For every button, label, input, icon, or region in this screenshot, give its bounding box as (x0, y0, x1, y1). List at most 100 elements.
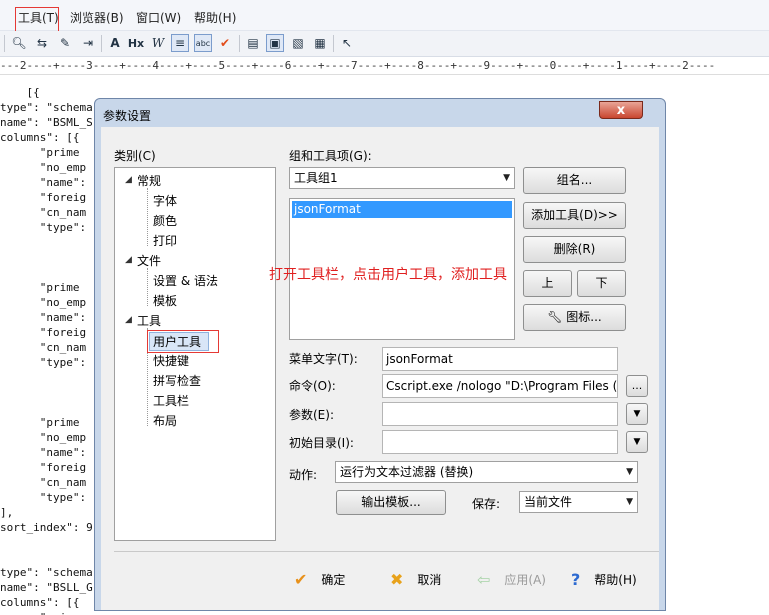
category-label: 类别(C) (114, 149, 156, 163)
collapse-arrow-icon[interactable]: ◢ (125, 255, 132, 265)
word-wrap-icon[interactable]: W (149, 34, 167, 52)
move-down-button[interactable]: 下 (577, 270, 626, 297)
command-field[interactable]: Cscript.exe /nologo "D:\Program Files ( (382, 374, 618, 398)
group-select[interactable]: 工具组1 ▼ (289, 167, 515, 189)
font-icon[interactable]: A (106, 34, 124, 52)
toolbar-separator (239, 35, 240, 52)
question-icon: ? (571, 570, 581, 589)
action-label: 动作: (289, 468, 318, 482)
toolbar-separator (333, 35, 334, 52)
dialog-titlebar[interactable]: 参数设置 x (95, 99, 665, 127)
chevron-down-icon: ▼ (626, 497, 633, 507)
menu-text-label: 菜单文字(T): (289, 352, 358, 366)
tree-item-layout[interactable]: 布局 (153, 412, 177, 429)
toolbar-separator (101, 35, 102, 52)
group-select-value: 工具组1 (294, 171, 338, 185)
close-button[interactable]: x (599, 101, 643, 119)
document-panel-icon[interactable]: ▣ (266, 34, 284, 52)
x-icon: ✖ (390, 570, 404, 589)
edit-icon[interactable]: ✎ (56, 34, 74, 52)
dialog-title: 参数设置 (103, 109, 152, 123)
tree-item-tools[interactable]: 工具 (137, 312, 161, 329)
delete-button[interactable]: 删除(R) (523, 236, 626, 263)
tree-item-print[interactable]: 打印 (153, 232, 177, 249)
group-label: 组和工具项(G): (289, 149, 372, 163)
settings-dialog: 参数设置 x 类别(C) ◢ 常规 字体 颜色 打印 ◢ 文件 设置 & 语法 … (94, 98, 666, 611)
collapse-arrow-icon[interactable]: ◢ (125, 175, 132, 185)
panel-icon[interactable]: ▤ (244, 34, 262, 52)
menu-browser[interactable]: 浏览器(B) (70, 9, 124, 26)
help-button[interactable]: ? 帮助(H) (571, 570, 637, 589)
args-dropdown-button[interactable]: ▼ (626, 403, 648, 425)
checkmark-icon: ✔ (294, 570, 308, 589)
tree-item-general[interactable]: 常规 (137, 172, 161, 189)
wrench-icon: 🔧︎ (547, 310, 563, 324)
tree-item-font[interactable]: 字体 (153, 192, 177, 209)
tool-list-item[interactable]: jsonFormat (292, 201, 512, 218)
chevron-down-icon: ▼ (503, 173, 510, 183)
ok-button[interactable]: ✔ 确定 (294, 570, 345, 589)
tree-item-shortcut[interactable]: 快捷键 (153, 352, 189, 369)
command-label: 命令(O): (289, 379, 336, 393)
initdir-dropdown-button[interactable]: ▼ (626, 431, 648, 453)
preview-icon[interactable]: ▦ (311, 34, 329, 52)
add-tool-button[interactable]: 添加工具(D)>> (523, 202, 626, 229)
ok-label: 确定 (321, 573, 346, 587)
output-template-button[interactable]: 输出模板... (336, 490, 446, 515)
move-up-button[interactable]: 上 (523, 270, 572, 297)
chevron-down-icon: ▼ (633, 409, 641, 419)
separator (114, 551, 659, 552)
spellcheck-icon[interactable]: abc (194, 34, 212, 52)
action-select[interactable]: 运行为文本过滤器 (替换) ▼ (335, 461, 638, 483)
help-label: 帮助(H) (594, 573, 637, 587)
toolbar-separator (4, 35, 5, 52)
cancel-button[interactable]: ✖ 取消 (390, 570, 441, 589)
image-icon[interactable]: ▧ (289, 34, 307, 52)
cancel-label: 取消 (417, 573, 442, 587)
icon-button-label: 图标... (566, 310, 602, 324)
tree-guide-line (147, 268, 148, 306)
apply-label: 应用(A) (504, 573, 546, 587)
initdir-label: 初始目录(I): (289, 436, 354, 450)
close-icon: x (616, 103, 626, 118)
action-select-value: 运行为文本过滤器 (替换) (340, 465, 474, 479)
tree-item-file[interactable]: 文件 (137, 252, 161, 269)
chevron-down-icon: ▼ (626, 467, 633, 477)
group-name-button[interactable]: 组名... (523, 167, 626, 194)
tree-guide-line (147, 188, 148, 246)
dialog-client-area: 类别(C) ◢ 常规 字体 颜色 打印 ◢ 文件 设置 & 语法 模板 ◢ 工具… (101, 127, 659, 610)
icon-button[interactable]: 🔧︎ 图标... (523, 304, 626, 331)
toolbar: 🔍︎ ⇆ ✎ ⇥ A Hx W ≡ abc ✔ ▤ ▣ ▧ ▦ ↖ (0, 31, 769, 57)
replace-icon[interactable]: ⇆ (33, 34, 51, 52)
chevron-down-icon: ▼ (633, 437, 641, 447)
tree-item-settings-syntax[interactable]: 设置 & 语法 (153, 272, 218, 289)
save-label: 保存: (472, 497, 501, 511)
collapse-arrow-icon[interactable]: ◢ (125, 315, 132, 325)
initdir-field[interactable] (382, 430, 618, 454)
ruler: ---2----+----3----+----4----+----5----+-… (0, 57, 769, 75)
args-label: 参数(E): (289, 408, 334, 422)
menu-help[interactable]: 帮助(H) (194, 9, 236, 26)
user-tools-highlight-box (147, 330, 219, 353)
arrow-left-icon: ⇦ (477, 570, 491, 589)
tree-item-toolbar[interactable]: 工具栏 (153, 392, 189, 409)
indent-icon[interactable]: ⇥ (79, 34, 97, 52)
hex-icon[interactable]: Hx (127, 34, 145, 52)
apply-button[interactable]: ⇦ 应用(A) (477, 570, 546, 589)
tree-item-template[interactable]: 模板 (153, 292, 177, 309)
browse-button[interactable]: ... (626, 375, 648, 397)
save-select[interactable]: 当前文件 ▼ (519, 491, 638, 513)
tree-item-color[interactable]: 颜色 (153, 212, 177, 229)
tree-item-spellcheck[interactable]: 拼写检查 (153, 372, 201, 389)
menu-bar: 工具(T) 浏览器(B) 窗口(W) 帮助(H) (0, 0, 769, 31)
menu-window[interactable]: 窗口(W) (136, 9, 181, 26)
find-icon[interactable]: 🔍︎ (10, 34, 28, 52)
context-help-icon[interactable]: ↖ (338, 34, 356, 52)
category-tree[interactable]: ◢ 常规 字体 颜色 打印 ◢ 文件 设置 & 语法 模板 ◢ 工具 用户工具 … (114, 167, 276, 541)
line-numbers-icon[interactable]: ≡ (171, 34, 189, 52)
save-select-value: 当前文件 (524, 495, 573, 509)
menu-text-field[interactable]: jsonFormat (382, 347, 618, 371)
check-icon[interactable]: ✔ (216, 34, 234, 52)
annotation-text: 打开工具栏，点击用户工具，添加工具 (269, 267, 507, 283)
args-field[interactable] (382, 402, 618, 426)
